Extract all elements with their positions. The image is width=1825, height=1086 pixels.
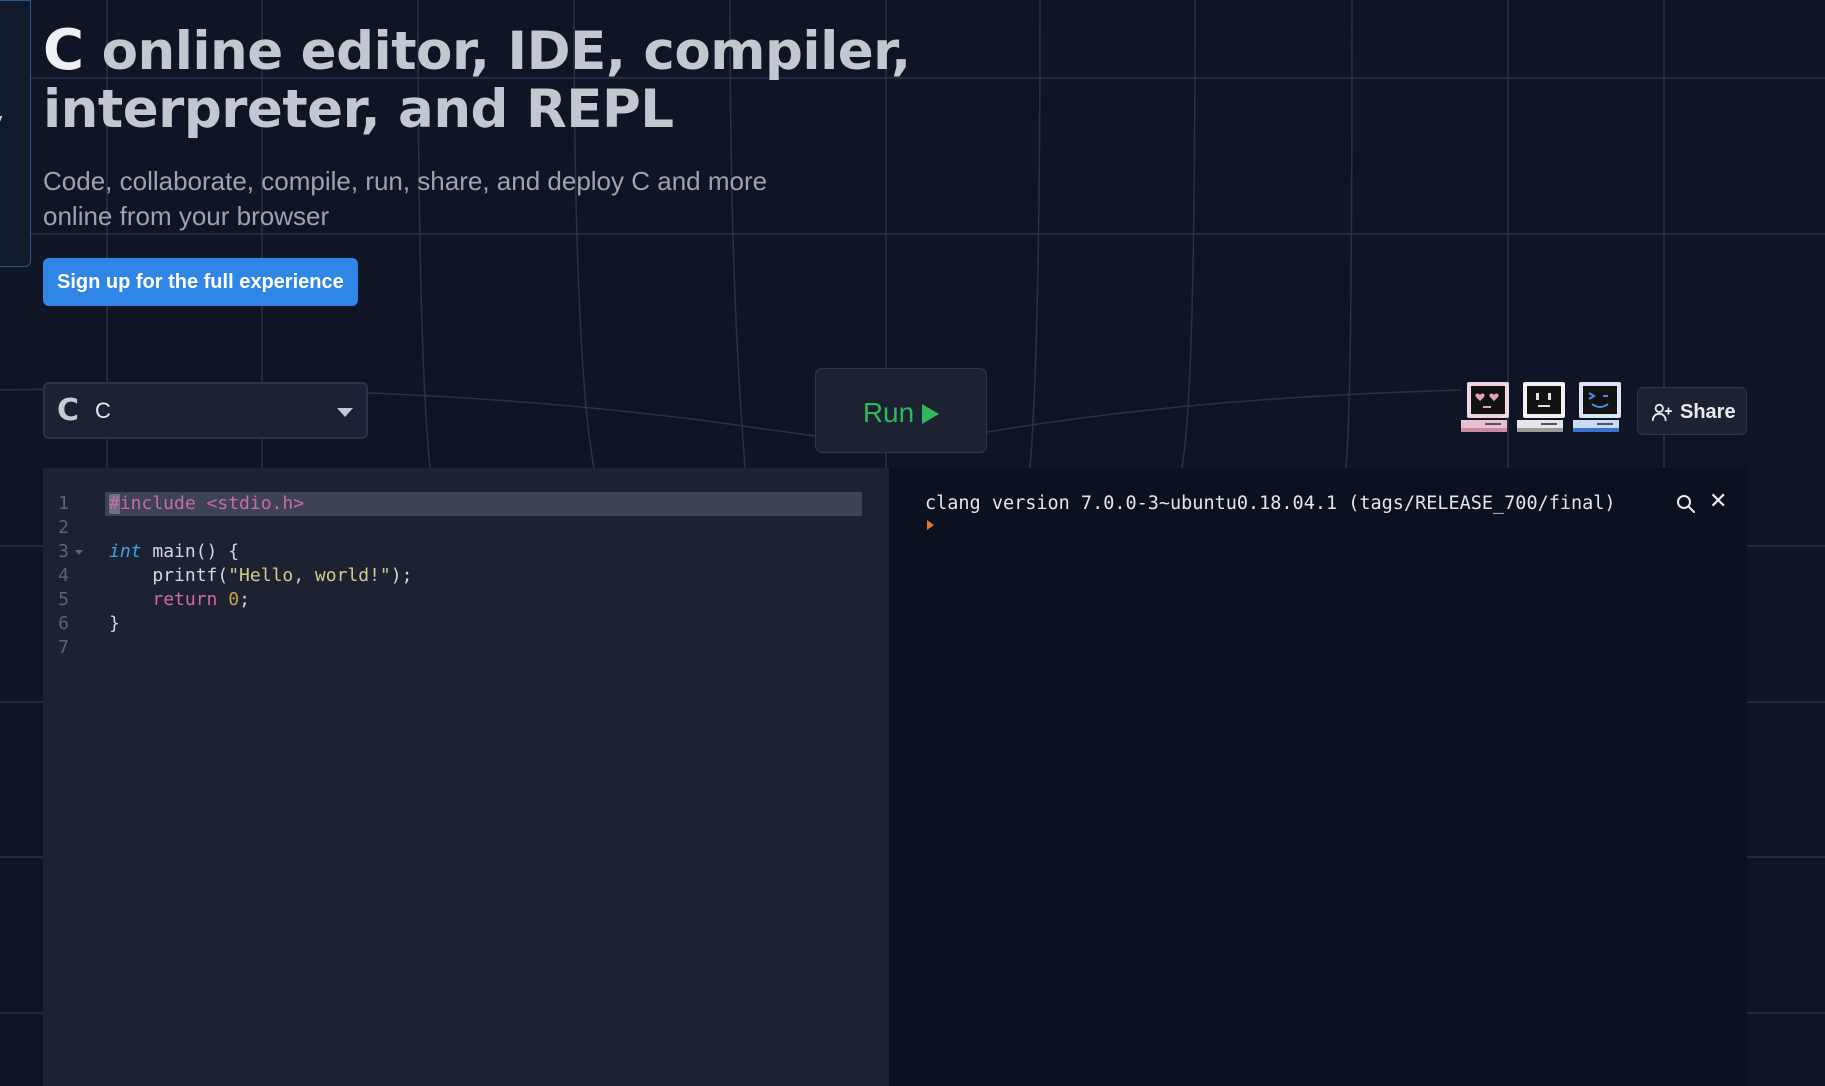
- console-prompt-icon: [927, 520, 934, 530]
- code-line: printf("Hello, world!");: [109, 565, 413, 586]
- line-number: 5: [58, 589, 69, 610]
- chevron-down-icon: [337, 408, 353, 417]
- editor-line[interactable]: 3 int main() {: [43, 540, 889, 564]
- fold-arrow-icon[interactable]: [75, 550, 83, 555]
- neutral-face-computer-icon[interactable]: [1517, 380, 1569, 436]
- language-select-value: C: [95, 398, 111, 423]
- play-icon: [922, 404, 940, 424]
- editor-line[interactable]: 6 }: [43, 612, 889, 636]
- editor-line[interactable]: 5 return 0;: [43, 588, 889, 612]
- smile-face-computer-icon[interactable]: [1573, 380, 1625, 436]
- editor-line[interactable]: 2: [43, 516, 889, 540]
- heart-eyes-computer-icon[interactable]: [1461, 380, 1513, 436]
- add-user-icon: [1651, 403, 1673, 422]
- code-line: int main() {: [109, 541, 240, 562]
- editor-line[interactable]: 1 #include <stdio.h>: [43, 492, 889, 516]
- editor-line[interactable]: 7: [43, 636, 889, 660]
- line-number: 1: [58, 493, 69, 514]
- line-number: 3: [58, 541, 69, 562]
- line-number: 6: [58, 613, 69, 634]
- page-title: C online editor, IDE, compiler, interpret…: [43, 22, 943, 139]
- search-icon[interactable]: [1676, 494, 1696, 514]
- line-number: 4: [58, 565, 69, 586]
- c-language-icon: C: [57, 393, 80, 428]
- sidebar-panel-edge[interactable]: r y: [0, 0, 31, 267]
- code-line: return 0;: [152, 589, 250, 610]
- page-title-text-line2: interpreter, and REPL: [43, 79, 674, 140]
- line-number: 2: [58, 517, 69, 538]
- page-title-text: online editor, IDE, compiler,: [101, 21, 912, 82]
- run-button-label: Run: [862, 397, 915, 428]
- line-number: 7: [58, 637, 69, 658]
- page: r y C online editor, IDE, compiler,inter…: [0, 0, 1825, 1086]
- console-banner: clang version 7.0.0-3~ubuntu0.18.04.1 (t…: [925, 493, 1616, 514]
- signup-button[interactable]: Sign up for the full experience: [43, 258, 358, 306]
- page-subtitle-line2: online from your browser: [43, 201, 330, 231]
- page-subtitle: Code, collaborate, compile, run, share, …: [43, 164, 823, 234]
- sidebar-edge-text: y: [0, 109, 3, 134]
- code-line: #include <stdio.h>: [109, 493, 305, 514]
- close-icon[interactable]: ✕: [1709, 490, 1727, 514]
- share-button[interactable]: Share: [1637, 387, 1747, 435]
- console-panel[interactable]: clang version 7.0.0-3~ubuntu0.18.04.1 (t…: [889, 468, 1747, 1086]
- language-select[interactable]: C C: [43, 382, 368, 439]
- page-subtitle-line1: Code, collaborate, compile, run, share, …: [43, 166, 768, 196]
- share-button-label: Share: [1680, 401, 1736, 423]
- c-logo-mark: C: [43, 18, 84, 83]
- code-line: }: [109, 613, 120, 634]
- run-button[interactable]: Run: [815, 368, 987, 453]
- editor-line[interactable]: 4 printf("Hello, world!");: [43, 564, 889, 588]
- code-editor[interactable]: 1 #include <stdio.h> 2 3 int main() { 4 …: [43, 468, 889, 1086]
